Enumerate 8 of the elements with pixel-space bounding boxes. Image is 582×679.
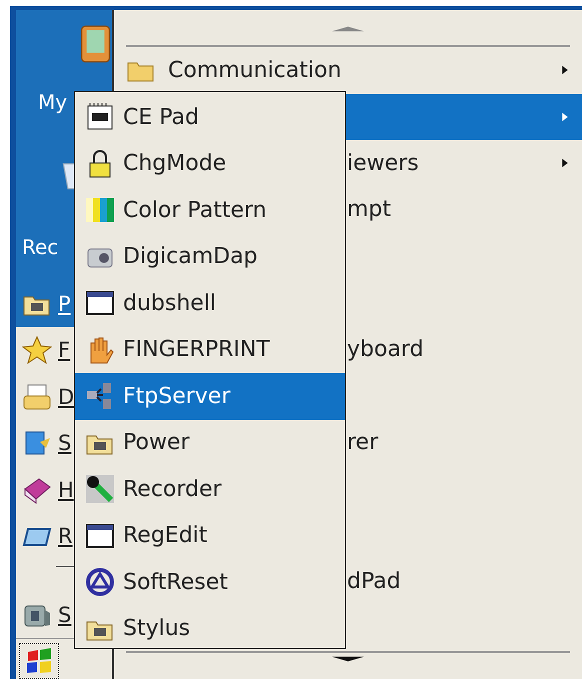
menu-item[interactable]: CE Pad [75, 94, 345, 140]
menu-item[interactable]: Color Pattern [75, 187, 345, 234]
menu-item[interactable]: DigicamDap [75, 234, 345, 280]
icon-label: My [38, 90, 68, 114]
menu-item[interactable]: ChgMode [75, 140, 345, 187]
icon-label: Rec [22, 235, 58, 259]
menu-item[interactable]: FtpServer [75, 373, 345, 420]
menu-item[interactable]: Communication [114, 47, 582, 94]
